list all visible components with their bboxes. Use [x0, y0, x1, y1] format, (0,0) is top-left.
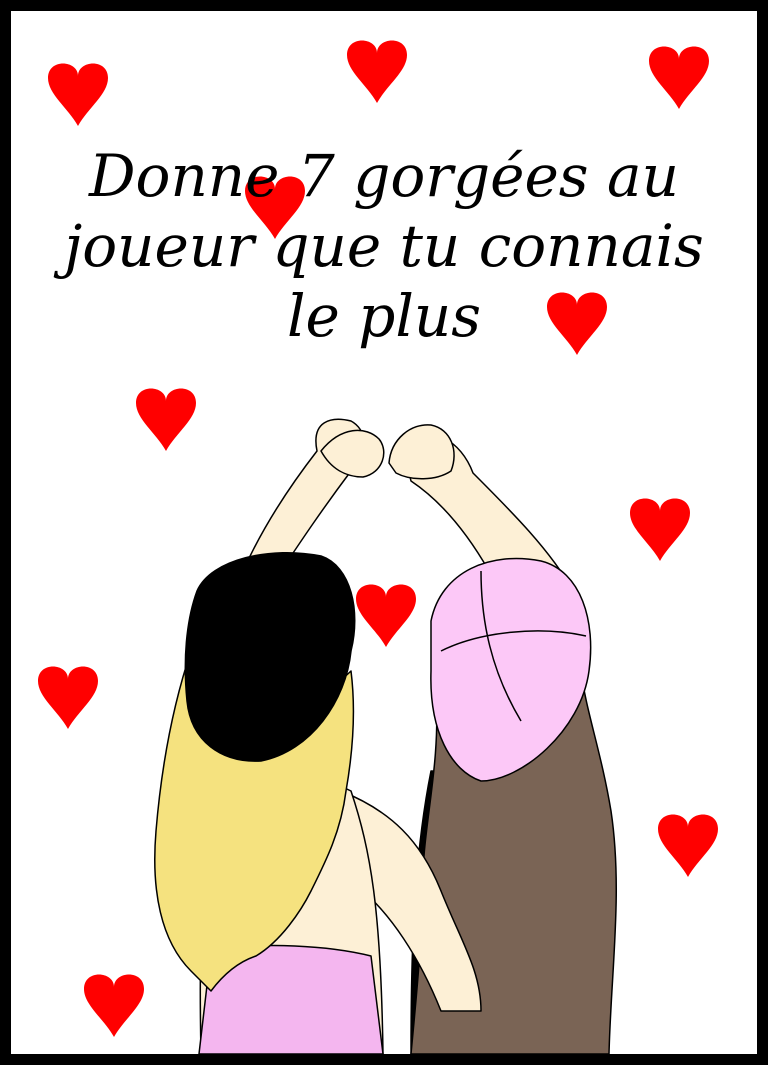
heart-icon [347, 40, 407, 103]
card-message: Donne 7 gorgées au joueur que tu connais… [31, 141, 737, 351]
friend-left [154, 418, 482, 1054]
heart-icon [649, 46, 709, 109]
heart-icon [630, 498, 690, 561]
heart-icon [38, 666, 98, 729]
heart-icon [356, 584, 416, 647]
card-message-line-3: le plus [286, 282, 482, 350]
heart-icon [136, 388, 196, 451]
heart-icon [658, 814, 718, 877]
card-message-line-2: joueur que tu connais [64, 212, 704, 280]
heart-icon [84, 974, 144, 1037]
heart-icon [48, 63, 108, 126]
game-card: Donne 7 gorgées au joueur que tu connais… [0, 0, 768, 1065]
card-message-line-1: Donne 7 gorgées au [89, 142, 679, 210]
